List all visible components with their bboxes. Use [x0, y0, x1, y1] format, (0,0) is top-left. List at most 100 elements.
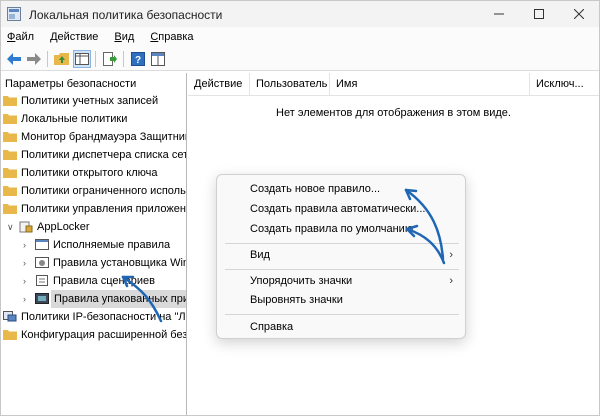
app-window: Локальная политика безопасности Файл Дей…: [0, 0, 600, 416]
expand-chevron-icon[interactable]: ›: [23, 240, 31, 250]
folder-icon: [3, 204, 17, 214]
menu-action[interactable]: Действие: [50, 31, 98, 43]
folder-icon: [3, 150, 17, 160]
help-icon: ?: [131, 52, 145, 66]
menu-help[interactable]: Справка: [150, 31, 193, 43]
menu-separator: [225, 243, 459, 244]
expand-chevron-icon[interactable]: ›: [23, 294, 31, 304]
tree-item-network-list-manager[interactable]: Политики диспетчера списка сете: [1, 146, 186, 164]
export-list-button[interactable]: [101, 50, 119, 68]
tree-item-script-rules[interactable]: › Правила сценариев: [1, 272, 186, 290]
minimize-button[interactable]: [479, 1, 519, 27]
properties-button[interactable]: [149, 50, 167, 68]
back-button[interactable]: [5, 50, 23, 68]
column-header-user[interactable]: Пользователь: [250, 73, 330, 95]
submenu-chevron-icon: ›: [449, 275, 453, 287]
up-level-button[interactable]: [53, 50, 71, 68]
expand-chevron-icon[interactable]: ›: [23, 276, 31, 286]
tree-item-label-selected: Правила упакованных при: [51, 290, 186, 308]
context-menu: Создать новое правило... Создать правила…: [216, 174, 466, 339]
menu-view-mnemonic: В: [114, 31, 122, 43]
menu-help-label: правка: [158, 31, 194, 43]
tree-item-label: Политики учетных записей: [21, 95, 159, 107]
tree-item-account-policies[interactable]: Политики учетных записей: [1, 92, 186, 110]
folder-icon: [3, 330, 17, 340]
tree-item-software-restriction[interactable]: Политики ограниченного использо: [1, 182, 187, 200]
tree-item-label: Конфигурация расширенной безо: [21, 329, 187, 341]
close-button[interactable]: [559, 1, 599, 27]
svg-text:?: ?: [135, 55, 141, 66]
tree-item-ip-security-policies[interactable]: Политики IP-безопасности на "Ло: [1, 308, 187, 326]
menu-view-label: ид: [121, 31, 135, 43]
menu-file-label: айл: [15, 31, 35, 43]
console-pane-icon: [151, 52, 165, 66]
folder-up-icon: [54, 53, 69, 65]
menu-view[interactable]: Вид: [114, 31, 134, 43]
tree-item-label: Политики управления приложения: [21, 203, 187, 215]
console-tree[interactable]: Параметры безопасности Политики учетных …: [1, 73, 187, 415]
tree-root[interactable]: Параметры безопасности: [1, 75, 186, 93]
script-rules-icon: [36, 275, 48, 286]
tree-item-local-policies[interactable]: Локальные политики: [1, 110, 186, 128]
show-hide-tree-button[interactable]: [73, 50, 91, 68]
tree-root-label: Параметры безопасности: [5, 78, 137, 90]
toolbar-separator: [95, 51, 96, 67]
maximize-icon: [534, 9, 544, 19]
menu-help-item[interactable]: Справка: [217, 317, 467, 337]
menu-line-up-icons[interactable]: Выровнять значки: [217, 290, 467, 310]
tree-item-app-control-policies[interactable]: Политики управления приложения: [1, 200, 187, 218]
menu-create-new-rule[interactable]: Создать новое правило...: [217, 179, 467, 199]
rule-collection-icon: [35, 239, 49, 250]
folder-icon: [3, 132, 17, 142]
minimize-icon: [494, 13, 504, 15]
tree-item-label: Политики IP-безопасности на "Ло: [21, 311, 187, 323]
tree-item-packaged-app-rules[interactable]: › Правила упакованных при: [1, 290, 186, 308]
tree-item-label: Правила сценариев: [53, 275, 155, 287]
tree-item-executable-rules[interactable]: › Исполняемые правила: [1, 236, 186, 254]
security-policy-app-icon: [7, 7, 21, 21]
applocker-icon: [19, 221, 33, 233]
menu-view-submenu[interactable]: Вид ›: [217, 245, 467, 265]
expand-chevron-icon[interactable]: ›: [23, 258, 31, 268]
tree-item-applocker[interactable]: ∨ AppLocker: [1, 218, 186, 236]
tree-item-advanced-audit-config[interactable]: Конфигурация расширенной безо: [1, 326, 187, 344]
console-tree-icon: [75, 53, 89, 65]
menu-view-label: Вид: [250, 249, 270, 261]
close-icon: [574, 9, 584, 19]
menu-file[interactable]: Файл: [7, 31, 34, 43]
tree-item-label: Политики открытого ключа: [21, 167, 158, 179]
menu-action-mnemonic: Д: [50, 31, 58, 43]
packaged-app-rules-icon: [35, 293, 49, 304]
menu-arrange-icons[interactable]: Упорядочить значки ›: [217, 271, 467, 291]
empty-list-message: Нет элементов для отображения в этом вид…: [276, 107, 511, 119]
tree-item-label: Политики ограниченного использо: [21, 185, 187, 197]
tree-item-label: Локальные политики: [21, 113, 128, 125]
folder-icon: [3, 186, 17, 196]
menu-separator: [225, 269, 459, 270]
tree-item-public-key-policies[interactable]: Политики открытого ключа: [1, 164, 186, 182]
column-header-action[interactable]: Действие: [188, 73, 250, 95]
menu-bar: Файл Действие Вид Справка: [1, 27, 599, 47]
tree-item-windows-installer-rules[interactable]: › Правила установщика Win: [1, 254, 187, 272]
tree-item-firewall-monitor[interactable]: Монитор брандмауэра Защитник: [1, 128, 187, 146]
menu-action-label: ействие: [57, 31, 99, 43]
toolbar: ?: [1, 47, 599, 71]
column-header-exceptions[interactable]: Исключ...: [530, 73, 599, 95]
tree-item-label: Монитор брандмауэра Защитник: [21, 131, 187, 143]
maximize-button[interactable]: [519, 1, 559, 27]
menu-arrange-label: Упорядочить значки: [250, 275, 353, 287]
folder-icon: [3, 96, 17, 106]
column-header-name[interactable]: Имя: [330, 73, 530, 95]
menu-create-rules-automatically[interactable]: Создать правила автоматически...: [217, 199, 467, 219]
tree-item-label: Правила установщика Win: [53, 257, 187, 269]
help-button[interactable]: ?: [129, 50, 147, 68]
forward-button[interactable]: [25, 50, 43, 68]
window-title: Локальная политика безопасности: [29, 8, 223, 22]
folder-icon: [3, 114, 17, 124]
menu-separator: [225, 314, 459, 315]
menu-create-default-rules[interactable]: Создать правила по умолчанию: [217, 219, 467, 239]
installer-rules-icon: [35, 257, 49, 268]
toolbar-separator: [123, 51, 124, 67]
collapse-chevron-icon[interactable]: ∨: [7, 222, 15, 232]
forward-arrow-icon: [27, 53, 41, 65]
